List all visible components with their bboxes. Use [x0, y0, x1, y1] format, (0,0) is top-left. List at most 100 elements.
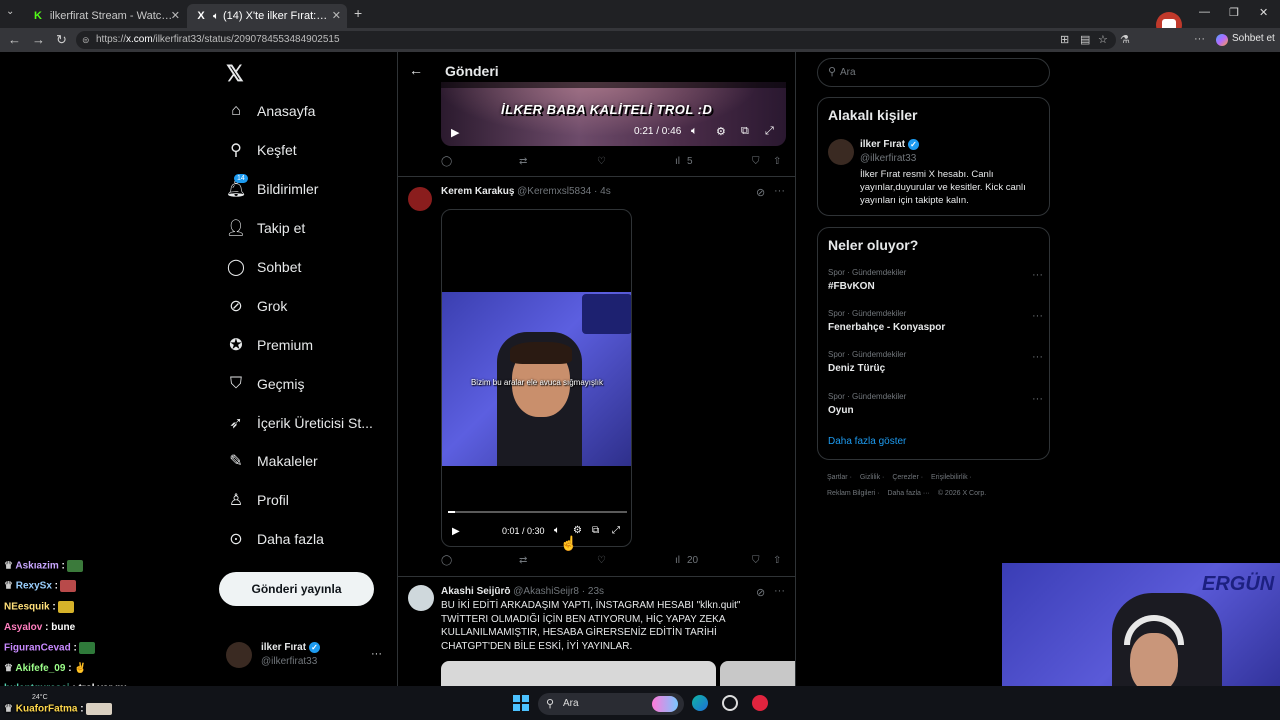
- like-icon[interactable]: ♡: [597, 555, 606, 566]
- sidebar-item-notifications[interactable]: 🔔︎ 14 Bildirimler: [226, 174, 318, 201]
- fullscreen-icon[interactable]: ⤢: [612, 525, 620, 536]
- volume-icon[interactable]: 🔈︎: [691, 125, 698, 138]
- sidebar-item-home[interactable]: ⌂ Anasayfa: [226, 99, 315, 123]
- trend-more-icon[interactable]: ···: [1032, 269, 1043, 281]
- sidebar-item-articles[interactable]: ✎ Makaleler: [226, 449, 317, 473]
- edge-icon[interactable]: [692, 695, 708, 711]
- show-more-link[interactable]: Daha fazla göster: [828, 436, 906, 447]
- maximize-icon[interactable]: ❐: [1229, 6, 1239, 19]
- grok-icon[interactable]: ⊘: [756, 586, 765, 599]
- url-field[interactable]: ⊜ https://x.com/ilkerfirat33/status/2090…: [76, 31, 1116, 49]
- footer-link[interactable]: Gizlilik: [860, 474, 880, 481]
- footer-link[interactable]: Daha fazla ···: [887, 490, 929, 497]
- sidebar-item-more[interactable]: ⊙ Daha fazla: [226, 527, 324, 551]
- reply-icon[interactable]: ◯: [441, 156, 452, 167]
- reply-post[interactable]: Kerem Karakuş @Keremxsl5834 · 4s ⊘ ··· B…: [398, 177, 795, 576]
- sidebar-item-grok[interactable]: ⊘ Grok: [226, 294, 287, 318]
- like-icon[interactable]: ♡: [597, 156, 606, 167]
- reader-icon[interactable]: ▤: [1080, 33, 1090, 46]
- post-more-icon[interactable]: ···: [774, 585, 785, 597]
- opera-icon[interactable]: [752, 695, 768, 711]
- tab-kick-stream[interactable]: K ilkerfirat Stream - Watch Live on K ✕: [24, 4, 186, 28]
- sidebar-item-chat[interactable]: ◯ Sohbet: [226, 255, 301, 279]
- minimize-icon[interactable]: —: [1199, 6, 1210, 18]
- progress-track[interactable]: [448, 511, 627, 513]
- avatar[interactable]: [828, 139, 854, 165]
- views-icon[interactable]: ıl: [675, 555, 680, 566]
- sidebar-item-bookmarks[interactable]: ⛉ Geçmiş: [226, 372, 304, 396]
- speaker-icon[interactable]: 🔈︎: [213, 11, 219, 22]
- site-info-icon[interactable]: ⊜: [82, 31, 90, 49]
- play-icon[interactable]: ▶: [451, 126, 459, 139]
- top-video-player[interactable]: İLKER BABA KALİTELİ TROL :D ▶ 0:21 / 0:4…: [441, 82, 786, 146]
- copilot-icon[interactable]: [1216, 34, 1228, 46]
- tab-list-chevron-icon[interactable]: ⌄: [6, 6, 14, 17]
- back-icon[interactable]: ←: [8, 32, 21, 47]
- sidebar-item-explore[interactable]: ⚲ Keşfet: [226, 138, 297, 162]
- fullscreen-icon[interactable]: ⤢: [765, 125, 774, 138]
- copyright: © 2026 X Corp.: [937, 490, 987, 497]
- footer-link[interactable]: Reklam Bilgileri: [827, 490, 875, 497]
- trend-item[interactable]: Spor · Gündemdekiler #FBvKON ···: [828, 268, 1043, 298]
- post-image[interactable]: [720, 661, 795, 686]
- taskbar-search[interactable]: ⚲ Ara: [538, 693, 684, 715]
- bookmark-icon[interactable]: ⛉: [752, 156, 760, 167]
- pip-icon[interactable]: ⧉: [592, 525, 599, 536]
- repost-icon[interactable]: ⇄: [519, 555, 527, 566]
- sohbet-button[interactable]: Sohbet et: [1232, 33, 1275, 44]
- reply-icon[interactable]: ◯: [441, 555, 452, 566]
- reload-icon[interactable]: ↻: [56, 32, 67, 48]
- favorite-star-icon[interactable]: ☆: [1098, 33, 1108, 46]
- related-user[interactable]: ilker Fırat ✓: [860, 139, 920, 151]
- trend-item[interactable]: Spor · Gündemdekiler Oyun ···: [828, 392, 1043, 422]
- settings-icon[interactable]: ⚙: [716, 125, 726, 138]
- search-input[interactable]: ⚲ Ara: [817, 58, 1050, 87]
- reply-post[interactable]: Akashi Seijūrō @AkashiSeijr8 · 23s ⊘ ···…: [398, 577, 795, 686]
- footer-link[interactable]: Şartlar: [827, 474, 848, 481]
- avatar: [408, 187, 432, 211]
- extensions-icon[interactable]: ⚗: [1120, 33, 1130, 46]
- author-handle: @AkashiSeijr8: [513, 586, 579, 597]
- post-image[interactable]: [441, 661, 716, 686]
- chat-message: ♛ Akifefe_09 : ✌: [4, 663, 87, 674]
- trend-more-icon[interactable]: ···: [1032, 310, 1043, 322]
- trend-item[interactable]: Spor · Gündemdekiler Fenerbahçe - Konyas…: [828, 309, 1043, 339]
- account-switcher[interactable]: ilker Fırat ✓ @ilkerfirat33 ···: [226, 642, 396, 672]
- repost-icon[interactable]: ⇄: [519, 156, 527, 167]
- grok-icon[interactable]: ⊘: [756, 186, 765, 199]
- video-player[interactable]: Bizim bu aralar ele avuca sığmayışlık ▶ …: [441, 209, 632, 547]
- play-icon[interactable]: ▶: [452, 526, 460, 537]
- sidebar-item-creator-studio[interactable]: ➶ İçerik Üreticisi St...: [226, 411, 373, 435]
- app-icon[interactable]: [722, 695, 738, 711]
- close-tab-icon[interactable]: ✕: [332, 9, 341, 22]
- settings-more-icon[interactable]: ···: [1194, 33, 1205, 45]
- windows-start-icon[interactable]: [513, 695, 529, 711]
- footer-link[interactable]: Erişilebilirlik: [931, 474, 968, 481]
- bookmark-icon[interactable]: ⛉: [752, 555, 760, 566]
- share-icon[interactable]: ⇧: [773, 156, 781, 167]
- share-icon[interactable]: ⇧: [773, 555, 781, 566]
- post-more-icon[interactable]: ···: [774, 185, 785, 197]
- sidebar-item-follow[interactable]: 👤︎ Takip et: [226, 216, 305, 240]
- related-name: ilker Fırat: [860, 139, 906, 151]
- trend-more-icon[interactable]: ···: [1032, 351, 1043, 363]
- apps-icon[interactable]: ⊞: [1060, 33, 1069, 46]
- trend-more-icon[interactable]: ···: [1032, 393, 1043, 405]
- x-logo-icon[interactable]: 𝕏: [226, 61, 244, 87]
- sidebar-item-label: Takip et: [257, 220, 306, 236]
- trend-item[interactable]: Spor · Gündemdekiler Deniz Türüç ···: [828, 350, 1043, 380]
- sidebar-item-profile[interactable]: ♙ Profil: [226, 488, 289, 512]
- new-tab-icon[interactable]: +: [354, 5, 362, 21]
- footer-link[interactable]: Çerezler: [892, 474, 918, 481]
- tab-x-post[interactable]: X 🔈︎ (14) X'te ilker Fırat: "Bu postu ✕: [187, 4, 347, 28]
- account-more-icon[interactable]: ···: [371, 648, 382, 660]
- views-icon[interactable]: ıl: [675, 156, 680, 167]
- pip-icon[interactable]: ⧉: [741, 125, 749, 138]
- close-tab-icon[interactable]: ✕: [171, 9, 180, 22]
- back-arrow-icon[interactable]: ←: [409, 62, 423, 78]
- forward-icon[interactable]: →: [32, 32, 45, 47]
- post-button[interactable]: Gönderi yayınla: [219, 572, 374, 606]
- sidebar-item-premium[interactable]: ✪ Premium: [226, 333, 313, 357]
- emote-icon: [78, 642, 95, 654]
- close-window-icon[interactable]: ✕: [1259, 6, 1268, 19]
